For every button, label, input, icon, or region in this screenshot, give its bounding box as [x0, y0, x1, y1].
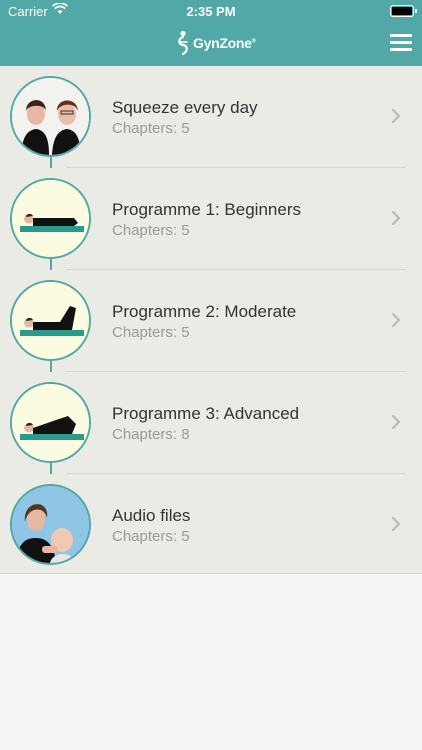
list-item-programme-1[interactable]: Programme 1: Beginners Chapters: 5	[0, 168, 422, 270]
chevron-right-icon	[392, 415, 400, 429]
programme-thumbnail	[10, 484, 91, 565]
programme-thumbnail	[10, 280, 91, 361]
programme-chapters: Chapters: 5	[112, 222, 190, 239]
clock: 2:35 PM	[186, 4, 236, 19]
two-women-image	[12, 78, 89, 155]
list-item-squeeze-every-day[interactable]: Squeeze every day Chapters: 5	[0, 66, 422, 168]
chevron-right-icon	[392, 109, 400, 123]
chevron-right-icon	[392, 313, 400, 327]
gynzone-logo: GynZone®	[176, 29, 256, 57]
battery-icon	[390, 5, 417, 17]
status-bar: Carrier 2:35 PM	[0, 0, 422, 22]
woman-lying-image	[12, 180, 89, 257]
chevron-right-icon	[392, 211, 400, 225]
app-header: Carrier 2:35 PM GynZone®	[0, 0, 422, 66]
programme-title: Programme 2: Moderate	[112, 302, 297, 321]
programme-title: Audio files	[112, 506, 191, 525]
programme-chapters: Chapters: 5	[112, 528, 190, 545]
programme-thumbnail	[10, 76, 91, 157]
programme-chapters: Chapters: 8	[112, 426, 190, 443]
list-item-programme-3[interactable]: Programme 3: Advanced Chapters: 8	[0, 372, 422, 474]
programme-thumbnail	[10, 178, 91, 259]
chevron-right-icon	[392, 517, 400, 531]
woman-lying-bridge-image	[12, 384, 89, 461]
logo-text: GynZone®	[193, 35, 256, 51]
row-divider	[0, 573, 422, 574]
woman-lying-knees-up-image	[12, 282, 89, 359]
programme-list: Squeeze every day Chapters: 5 Programme …	[0, 66, 422, 574]
programme-thumbnail	[10, 382, 91, 463]
mother-with-baby-image	[12, 486, 89, 563]
programme-title: Squeeze every day	[112, 98, 258, 117]
list-item-programme-2[interactable]: Programme 2: Moderate Chapters: 5	[0, 270, 422, 372]
gynzone-mark-icon	[178, 30, 188, 56]
list-item-audio-files[interactable]: Audio files Chapters: 5	[0, 474, 422, 574]
hamburger-menu-icon[interactable]	[390, 34, 412, 52]
programme-chapters: Chapters: 5	[112, 324, 190, 341]
programme-chapters: Chapters: 5	[112, 120, 190, 137]
programme-title: Programme 3: Advanced	[112, 404, 300, 423]
programme-title: Programme 1: Beginners	[112, 200, 301, 219]
